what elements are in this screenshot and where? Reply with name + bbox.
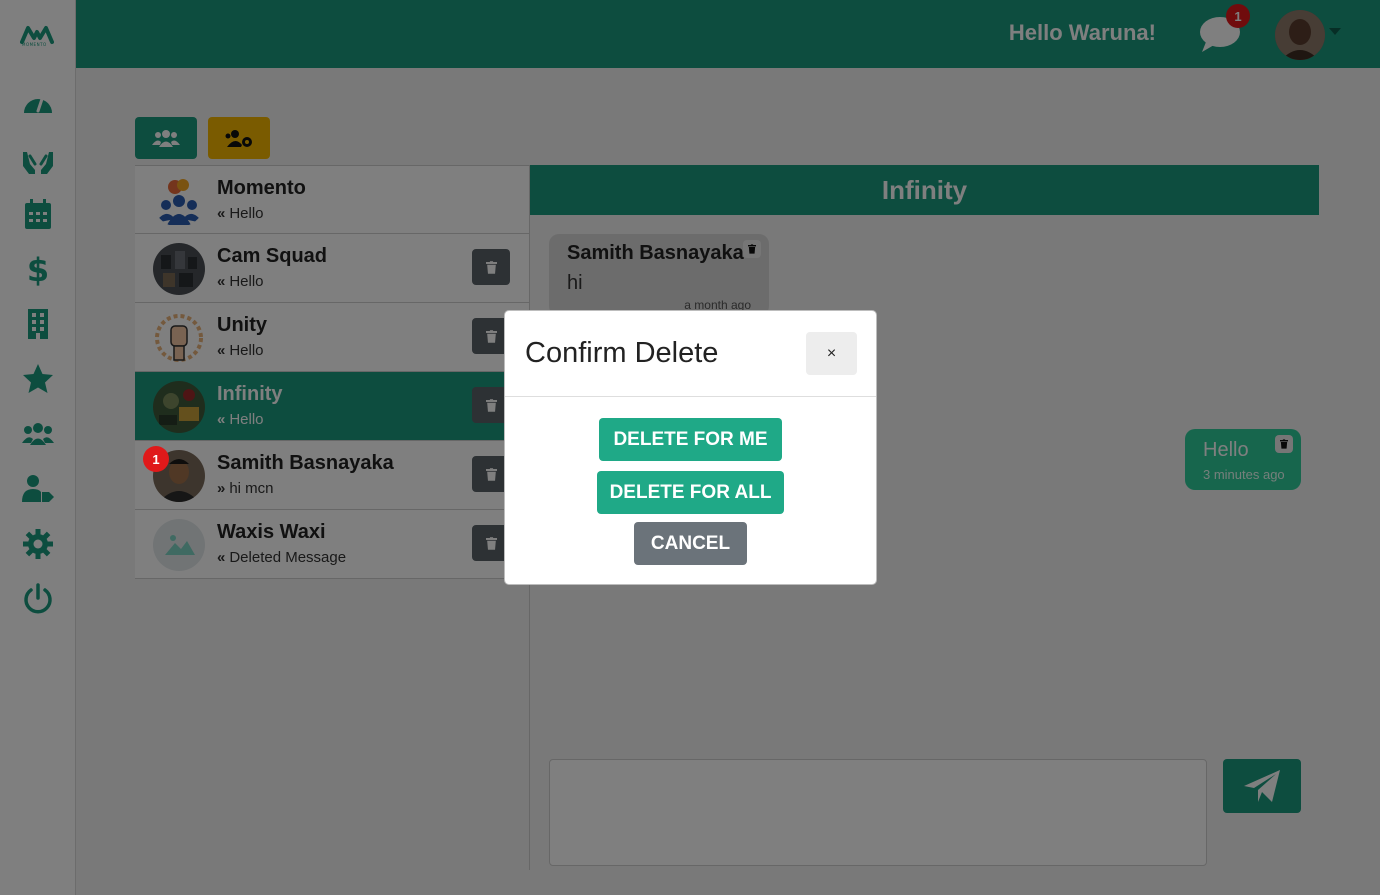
cancel-button[interactable]: CANCEL	[634, 522, 747, 565]
unread-badge: 1	[143, 446, 169, 472]
delete-for-me-button[interactable]: DELETE FOR ME	[599, 418, 782, 461]
delete-for-all-button[interactable]: DELETE FOR ALL	[597, 471, 784, 514]
close-button[interactable]: ×	[806, 332, 857, 375]
modal-divider	[505, 396, 876, 397]
modal-title: Confirm Delete	[525, 337, 719, 369]
confirm-delete-modal: Confirm Delete × DELETE FOR ME DELETE FO…	[504, 310, 877, 585]
